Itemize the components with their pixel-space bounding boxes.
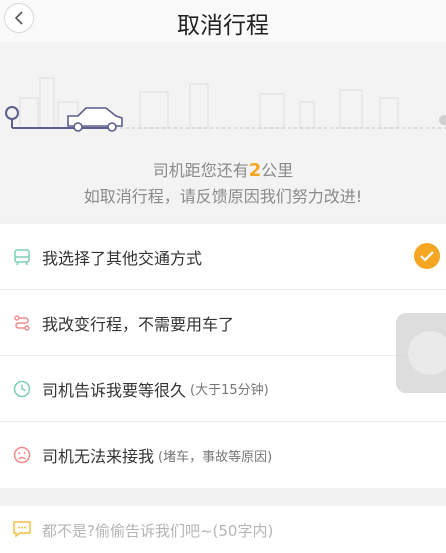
comment-input[interactable]: [42, 522, 402, 540]
page-title: 取消行程: [177, 13, 269, 39]
assistive-touch-inner: [408, 331, 446, 375]
location-pin-icon: [5, 106, 19, 128]
city-route-illustration: [5, 77, 446, 132]
reason-label: 司机告诉我要等很久: [42, 380, 187, 400]
reason-label: 我改变行程，不需要用车了: [42, 314, 235, 334]
feedback-prompt: 如取消行程，请反馈原因我们努力改进!: [83, 187, 363, 206]
distance-banner: 司机距您还有2公里 如取消行程，请反馈原因我们努力改进!: [0, 42, 446, 222]
reason-long-wait[interactable]: 司机告诉我要等很久 (大于15分钟): [0, 356, 446, 422]
reason-driver-cannot-come[interactable]: 司机无法来接我 (堵车，事故等原因): [0, 422, 446, 488]
reason-list: 我选择了其他交通方式 我改变行程，不需要用车了 司机告诉我要等很久 (大于15分…: [0, 224, 446, 488]
reason-label: 我选择了其他交通方式: [42, 248, 203, 268]
reason-note: (大于15分钟): [190, 383, 269, 398]
reason-label: 司机无法来接我: [42, 447, 155, 466]
sad-face-icon: [12, 445, 32, 465]
clock-icon: [12, 379, 32, 399]
reason-other-transport[interactable]: 我选择了其他交通方式: [0, 224, 446, 290]
route-change-icon: [12, 313, 32, 333]
transit-icon: [12, 247, 32, 267]
reason-note: (堵车，事故等原因): [158, 449, 273, 465]
assistive-touch-button[interactable]: [396, 313, 446, 393]
nav-bar: 取消行程: [0, 0, 446, 42]
distance-text: 司机距您还有2公里: [152, 160, 294, 181]
checkmark-icon: [414, 243, 440, 269]
comment-box[interactable]: [0, 506, 446, 553]
reason-change-trip[interactable]: 我改变行程，不需要用车了: [0, 290, 446, 356]
chat-bubble-icon: [12, 520, 32, 542]
